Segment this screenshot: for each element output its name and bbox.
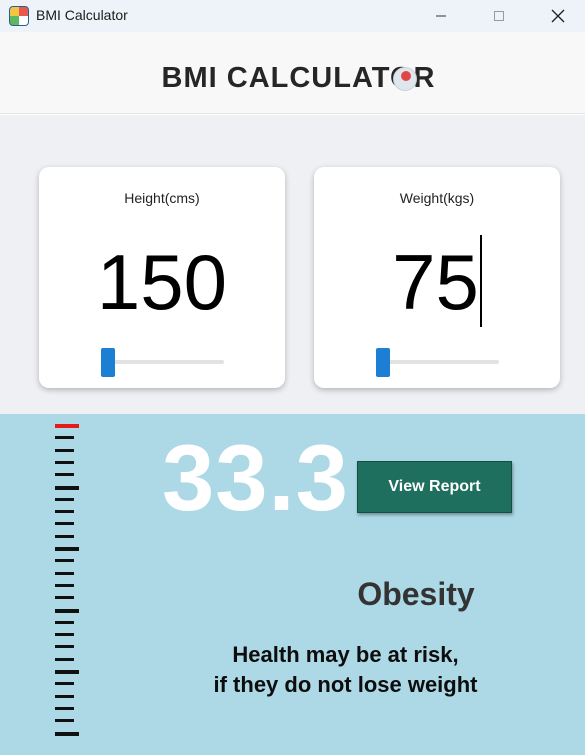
app-header: BMI CALCULATOR [0, 32, 585, 114]
minimize-icon [436, 15, 446, 17]
bmi-scale-tick [55, 448, 74, 452]
bmi-scale-tick [55, 436, 74, 440]
bmi-scale-ruler [55, 424, 81, 740]
weight-card: Weight(kgs) 75 [314, 167, 560, 388]
bmi-scale-tick [55, 682, 74, 686]
bmi-scale-tick [55, 633, 74, 637]
bmi-scale-tick [55, 719, 74, 723]
height-card: Height(cms) 150 [39, 167, 285, 388]
bmi-app-icon [9, 6, 29, 26]
bmi-scale-tick [55, 559, 74, 563]
bmi-scale-tick [55, 473, 74, 477]
bmi-scale-tick [55, 547, 79, 551]
weight-label: Weight(kgs) [399, 190, 475, 206]
close-icon [551, 9, 565, 23]
weight-field[interactable]: 75 [314, 235, 560, 327]
height-label: Height(cms) [124, 190, 200, 206]
minimize-button[interactable] [418, 0, 464, 32]
bmi-scale-tick [55, 485, 79, 490]
bmi-category: Obesity [357, 576, 475, 612]
health-message-line1: Health may be at risk, [232, 642, 459, 667]
bmi-scale-tick [55, 583, 74, 587]
bmi-scale-tick [55, 620, 74, 624]
height-slider-thumb[interactable] [101, 348, 115, 377]
app-title: BMI CALCULATOR [161, 62, 436, 94]
text-caret [479, 235, 482, 327]
weight-slider-thumb[interactable] [376, 348, 390, 377]
bmi-value: 33.3 [162, 425, 349, 530]
weight-slider-track[interactable] [379, 360, 499, 364]
health-message: Health may be at risk, if they do not lo… [184, 640, 507, 700]
maximize-button[interactable] [476, 0, 522, 32]
title-bar: BMI Calculator [0, 0, 585, 32]
bmi-scale-tick [55, 522, 74, 526]
bmi-scale-marker [55, 424, 79, 428]
bmi-scale-tick [55, 596, 74, 600]
close-button[interactable] [535, 0, 581, 32]
window-title: BMI Calculator [36, 7, 128, 23]
bmi-scale-tick [55, 497, 74, 501]
bmi-scale-tick [55, 657, 74, 661]
view-report-button[interactable]: View Report [357, 461, 512, 513]
bmi-scale-tick [55, 731, 79, 736]
bmi-scale-tick [55, 608, 79, 613]
bmi-scale-tick [55, 460, 74, 464]
health-message-line2: if they do not lose weight [213, 672, 478, 697]
maximize-icon [494, 11, 504, 21]
calculator-badge-icon [393, 67, 417, 91]
bmi-scale-tick [55, 510, 74, 514]
bmi-scale-tick [55, 571, 74, 575]
height-value[interactable]: 150 [39, 237, 285, 327]
bmi-scale-tick [55, 645, 74, 649]
bmi-scale-tick [55, 534, 74, 538]
weight-value[interactable]: 75 [392, 238, 479, 326]
height-slider-track[interactable] [104, 360, 224, 364]
bmi-scale-tick [55, 706, 74, 710]
bmi-scale-tick [55, 694, 74, 698]
bmi-scale-tick [55, 670, 79, 674]
